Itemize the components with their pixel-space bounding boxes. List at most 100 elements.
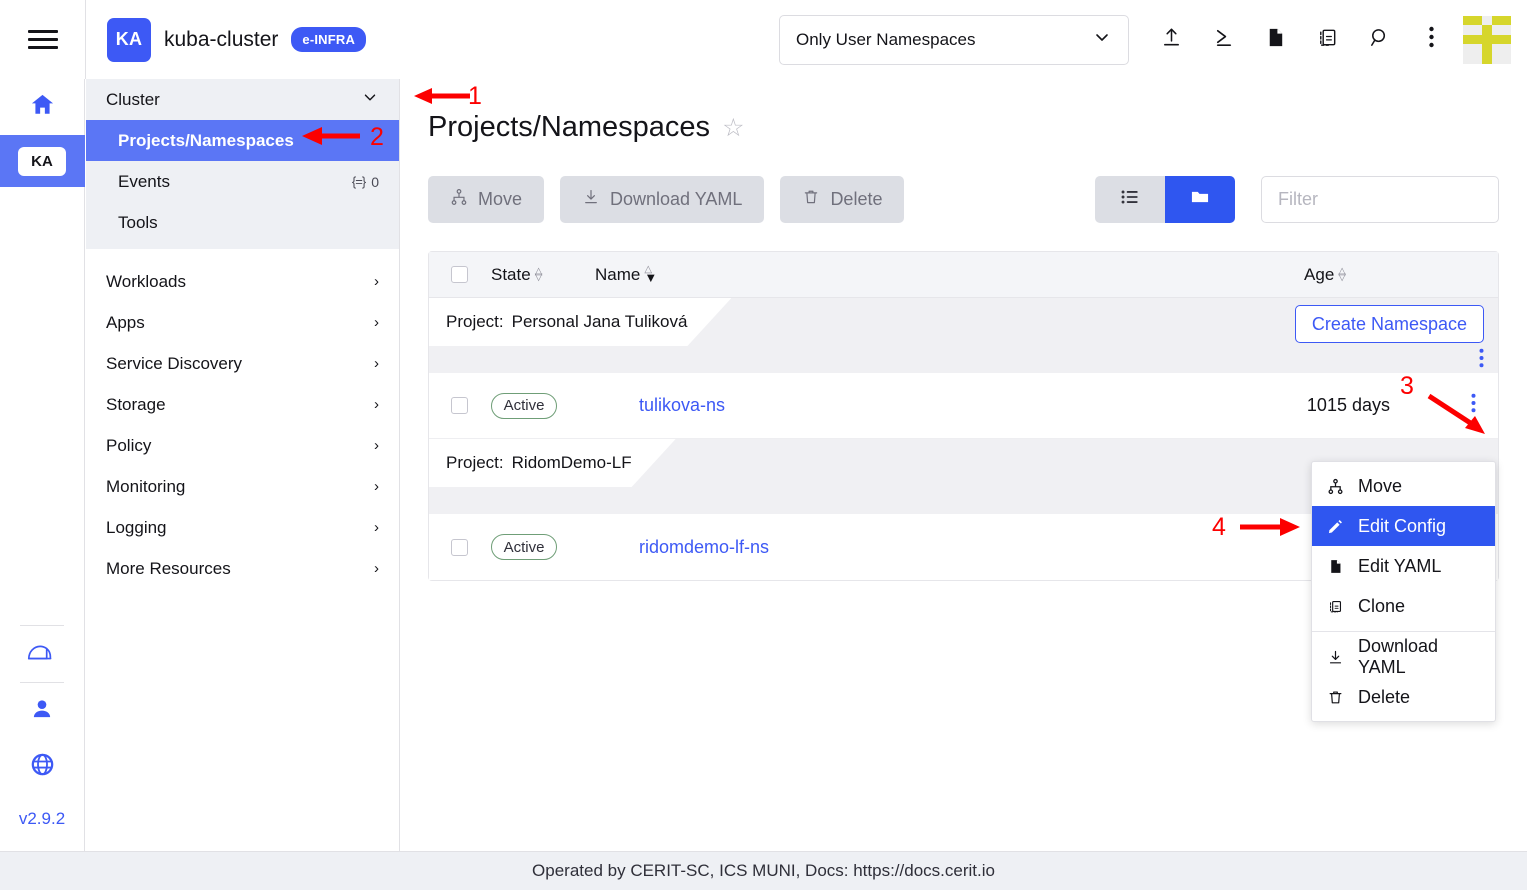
list-view-icon	[1119, 186, 1141, 213]
annotation-label-2: 2	[370, 123, 384, 152]
project-group-header: Project: Personal Jana Tuliková Create N…	[429, 298, 1498, 373]
chevron-down-icon	[361, 88, 379, 111]
copy-icon	[1316, 26, 1339, 54]
create-namespace-button[interactable]: Create Namespace	[1295, 305, 1484, 343]
context-menu-edit-yaml-label: Edit YAML	[1358, 556, 1441, 577]
select-all-checkbox[interactable]	[451, 266, 468, 283]
star-outline-icon[interactable]: ☆	[722, 113, 744, 143]
column-header-age[interactable]: Age △▽	[1304, 265, 1346, 285]
language-button[interactable]	[0, 739, 85, 795]
project-name: Personal Jana Tuliková	[512, 312, 688, 332]
status-badge: Active	[491, 393, 557, 419]
namespace-filter-select[interactable]: Only User Namespaces	[779, 15, 1129, 65]
delete-button[interactable]: Delete	[780, 176, 904, 223]
sidebar-item-storage[interactable]: Storage ›	[86, 384, 399, 425]
annotation-label-3: 3	[1400, 372, 1414, 401]
rail-cluster-chip: KA	[18, 147, 66, 176]
sidebar-item-label: Monitoring	[106, 477, 374, 497]
download-icon	[1326, 649, 1345, 666]
annotation-arrow-1	[412, 84, 472, 108]
context-menu-clone-label: Clone	[1358, 596, 1405, 617]
header-divider	[85, 0, 86, 79]
chevron-down-icon	[1092, 27, 1112, 52]
resource-badge-icon: {=}	[352, 174, 365, 189]
rail-cluster-ka[interactable]: KA	[0, 135, 85, 187]
project-kebab-button[interactable]	[1479, 348, 1484, 372]
sidebar-group-cluster[interactable]: Cluster	[86, 79, 399, 120]
sidebar-item-service-discovery[interactable]: Service Discovery ›	[86, 343, 399, 384]
annotation-label-4: 4	[1212, 513, 1226, 542]
move-icon	[450, 188, 468, 211]
file-icon	[1264, 26, 1287, 54]
action-toolbar: Move Download YAML	[428, 176, 1499, 223]
move-button-label: Move	[478, 189, 522, 210]
sidebar-item-apps[interactable]: Apps ›	[86, 302, 399, 343]
move-icon	[1326, 478, 1345, 495]
context-menu-edit-config[interactable]: Edit Config	[1312, 506, 1495, 546]
context-menu-download-yaml[interactable]: Download YAML	[1312, 637, 1495, 677]
table-row[interactable]: Active tulikova-ns 1015 days	[429, 373, 1498, 439]
user-menu-button[interactable]	[0, 683, 85, 739]
list-view-button[interactable]	[1095, 176, 1165, 223]
header-actions: Only User Namespaces	[779, 0, 1527, 79]
sidebar-item-logging[interactable]: Logging ›	[86, 507, 399, 548]
project-group-actions: Create Namespace	[1295, 305, 1484, 372]
row-checkbox[interactable]	[451, 397, 468, 414]
hamburger-menu-button[interactable]	[0, 0, 85, 79]
sidebar-item-label: More Resources	[106, 559, 374, 579]
namespace-link[interactable]: ridomdemo-lf-ns	[639, 537, 769, 558]
namespace-link[interactable]: tulikova-ns	[639, 395, 725, 416]
sidebar-item-more-resources[interactable]: More Resources ›	[86, 548, 399, 589]
events-count: 0	[371, 174, 379, 190]
chevron-right-icon: ›	[374, 519, 379, 536]
chevron-right-icon: ›	[374, 560, 379, 577]
column-header-name-label: Name	[595, 265, 640, 285]
sidebar-item-label: Logging	[106, 518, 374, 538]
column-header-name[interactable]: Name △▼	[595, 265, 657, 285]
terminal-icon	[1212, 26, 1235, 54]
page-title: Projects/Namespaces	[428, 111, 710, 144]
infra-badge: e-INFRA	[291, 27, 366, 52]
project-label: Project:	[446, 312, 504, 332]
sidebar-item-monitoring[interactable]: Monitoring ›	[86, 466, 399, 507]
annotation-arrow-2	[300, 124, 362, 148]
download-yaml-button[interactable]: Download YAML	[560, 176, 764, 223]
sidebar-item-tools[interactable]: Tools	[86, 202, 399, 243]
group-view-button[interactable]	[1165, 176, 1235, 223]
create-from-file-button[interactable]	[1249, 14, 1301, 66]
sidebar-item-policy[interactable]: Policy ›	[86, 425, 399, 466]
hamburger-icon	[28, 25, 58, 54]
context-menu-delete[interactable]: Delete	[1312, 677, 1495, 717]
sidebar-item-label: Storage	[106, 395, 374, 415]
kubectl-shell-button[interactable]	[1197, 14, 1249, 66]
context-menu-clone[interactable]: Clone	[1312, 586, 1495, 626]
version-label: v2.9.2	[19, 809, 65, 829]
context-menu-move[interactable]: Move	[1312, 466, 1495, 506]
sidebar-item-workloads[interactable]: Workloads ›	[86, 261, 399, 302]
project-group-tab: Project: Personal Jana Tuliková	[429, 298, 731, 346]
chevron-right-icon: ›	[374, 273, 379, 290]
chevron-right-icon: ›	[374, 314, 379, 331]
context-menu-edit-yaml[interactable]: Edit YAML	[1312, 546, 1495, 586]
cluster-explorer-button[interactable]	[0, 626, 85, 682]
folder-view-icon	[1189, 186, 1211, 213]
events-badge: {=} 0	[352, 174, 379, 190]
left-icon-rail: KA	[0, 79, 85, 851]
import-yaml-button[interactable]	[1145, 14, 1197, 66]
home-button[interactable]	[0, 79, 85, 135]
clone-resource-button[interactable]	[1301, 14, 1353, 66]
annotation-arrow-3	[1425, 392, 1491, 440]
chevron-right-icon: ›	[374, 396, 379, 413]
move-button[interactable]: Move	[428, 176, 544, 223]
cluster-brand[interactable]: KA kuba-cluster e-INFRA	[107, 18, 366, 62]
search-button[interactable]	[1353, 14, 1405, 66]
column-header-state[interactable]: State △▽	[491, 265, 595, 285]
sort-icon: △▽	[1338, 269, 1346, 281]
sidebar-item-events[interactable]: Events {=} 0	[86, 161, 399, 202]
row-checkbox[interactable]	[451, 539, 468, 556]
top-header: KA kuba-cluster e-INFRA Only User Namesp…	[0, 0, 1527, 79]
header-more-button[interactable]	[1405, 14, 1457, 66]
globe-icon	[29, 751, 56, 783]
filter-input[interactable]	[1261, 176, 1499, 223]
annotation-arrow-4	[1238, 515, 1304, 539]
